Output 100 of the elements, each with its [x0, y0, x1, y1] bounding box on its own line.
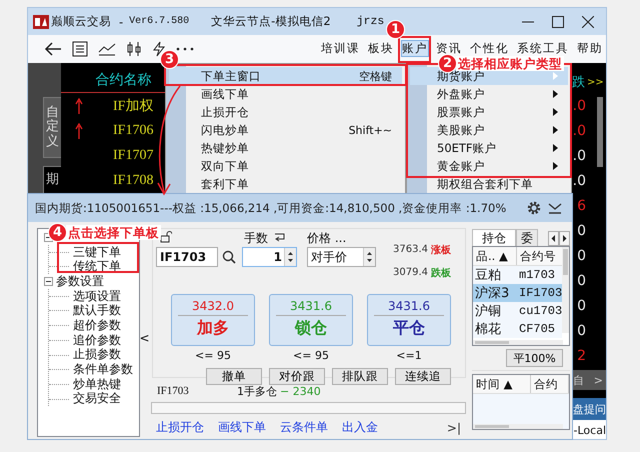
app-name: 巅顺云交易: [51, 14, 111, 29]
tree-item[interactable]: 默认手数: [73, 302, 121, 320]
link[interactable]: 止损开仓: [156, 419, 204, 436]
limit-label: 涨板: [431, 244, 451, 256]
contract-name[interactable]: IF1708: [113, 172, 154, 188]
back-icon[interactable]: [44, 42, 62, 56]
logo-icon: [33, 14, 49, 28]
line-chart-icon[interactable]: [98, 42, 116, 56]
table-row[interactable]: 豆粕 m1703: [473, 266, 562, 284]
column-header[interactable]: 品.. ▲: [473, 247, 517, 265]
column-header[interactable]: 时间 ▲: [473, 375, 531, 393]
order-button[interactable]: 对价跟: [269, 368, 325, 385]
collapse-icon[interactable]: [548, 202, 562, 214]
scrollbar[interactable]: [597, 97, 603, 167]
quote-value: .0: [572, 148, 586, 164]
status-label: -Local: [572, 420, 606, 439]
menu-item[interactable]: 闪电炒单 Shift+~: [169, 121, 402, 139]
candlestick-icon[interactable]: [126, 41, 142, 57]
settings-icon[interactable]: [526, 200, 542, 216]
limit-price: 3763.4: [393, 244, 428, 255]
tree-item[interactable]: 条件单参数: [73, 361, 133, 378]
order-button[interactable]: 撤单: [206, 368, 262, 385]
tree-item[interactable]: 参数设置: [56, 272, 104, 290]
server-label: 文华云节点-模拟电信2: [211, 14, 331, 29]
expander-icon[interactable]: [44, 276, 53, 286]
table-row[interactable]: 棉花 CF705: [473, 320, 562, 338]
table-row[interactable]: 沪深3 IF1703: [473, 284, 562, 302]
link[interactable]: 画线下单: [218, 419, 266, 436]
link[interactable]: 云条件单: [280, 419, 328, 436]
scrollbar[interactable]: [473, 340, 563, 345]
menu-item[interactable]: 个性化: [469, 40, 510, 57]
position-change: − 2340: [280, 384, 321, 398]
menu-item[interactable]: 期权组合套利下单: [410, 175, 568, 193]
menu-item[interactable]: 板块: [367, 40, 395, 57]
menu-item[interactable]: 帮助: [576, 40, 604, 57]
more-icon[interactable]: [176, 46, 194, 52]
tree-item[interactable]: 三键下单: [73, 244, 121, 261]
search-icon[interactable]: [222, 250, 236, 264]
order-button[interactable]: 连续追: [395, 368, 451, 385]
trade-button[interactable]: 3432.0 加多: [171, 294, 255, 346]
menu-item[interactable]: 画线下单: [169, 85, 402, 103]
menu-item[interactable]: 股票账户: [410, 103, 568, 121]
contract-name[interactable]: IF1707: [113, 148, 154, 164]
tree-item[interactable]: 交易安全: [73, 390, 121, 408]
table-row[interactable]: 沪铜 cu1703: [473, 302, 562, 320]
tree-item[interactable]: 传统下单: [73, 258, 121, 276]
quote-value: 0: [577, 248, 586, 264]
position-text: 1手多仓: [237, 384, 277, 398]
tree-item[interactable]: 超价参数: [73, 316, 121, 334]
link[interactable]: 出入金: [342, 419, 378, 436]
position-symbol: IF1703: [157, 385, 190, 397]
list-icon[interactable]: [72, 41, 88, 57]
menu-item[interactable]: 外盘账户: [410, 85, 568, 103]
menu-item[interactable]: 系统工具: [516, 40, 570, 57]
ask-button[interactable]: 盘提问: [572, 398, 606, 420]
symbol-field[interactable]: IF1703: [156, 247, 218, 267]
lock-icon[interactable]: [160, 231, 172, 245]
menu-item[interactable]: 双向下单: [169, 157, 402, 175]
tree-item[interactable]: 选项设置: [73, 288, 121, 305]
quantity-spinner[interactable]: 1: [242, 247, 297, 267]
scrollbar[interactable]: [473, 424, 563, 429]
side-tab[interactable]: 自定义: [43, 97, 61, 158]
maximize-icon[interactable]: [552, 16, 564, 28]
tree-item[interactable]: 追价参数: [73, 332, 121, 349]
tab[interactable]: 委: [516, 229, 538, 246]
end-button[interactable]: >|: [446, 420, 461, 434]
trade-button[interactable]: 3431.6 平仓: [367, 294, 451, 346]
field-label: 手数: [244, 230, 268, 246]
close-all-button[interactable]: 平100%: [506, 349, 563, 367]
tree-item[interactable]: 炒单热键: [73, 376, 121, 393]
tab[interactable]: 持仓: [472, 229, 516, 246]
menu-item[interactable]: 资讯: [435, 40, 463, 57]
version-label: Ver6.7.580: [129, 16, 190, 27]
scroll-left-icon[interactable]: [548, 231, 559, 246]
contract-name[interactable]: IF1706: [113, 122, 154, 138]
menu-item[interactable]: 套利下单: [169, 175, 402, 193]
expand-link[interactable]: >>: [587, 76, 604, 88]
lightning-icon[interactable]: [152, 41, 166, 57]
menu-item[interactable]: 50ETF账户: [410, 139, 568, 157]
contract-name[interactable]: IF加权: [113, 96, 154, 114]
order-button[interactable]: 排队跟: [332, 368, 388, 385]
menu-item[interactable]: 下单主窗口 空格键: [169, 67, 402, 85]
price-type-spinner[interactable]: 对手价: [307, 247, 376, 267]
menu-item[interactable]: 账户: [401, 40, 429, 57]
collapse-arrow[interactable]: <: [139, 330, 150, 344]
menu-item[interactable]: 黄金账户: [410, 157, 568, 175]
close-icon[interactable]: [582, 16, 594, 28]
return-icon[interactable]: [274, 233, 285, 243]
max-quantity: <= 95: [194, 349, 232, 363]
panel-tab[interactable]: 自 >: [572, 370, 606, 390]
menu-item[interactable]: 培训课: [320, 40, 361, 57]
menu-item[interactable]: 热键炒单: [169, 139, 402, 157]
title-separator: -: [119, 14, 124, 28]
quote-value: 2: [577, 348, 586, 364]
scroll-right-icon[interactable]: [559, 231, 570, 246]
tree-item[interactable]: 止损参数: [73, 346, 121, 364]
column-header[interactable]: 合约: [531, 375, 569, 393]
column-header: 跌: [572, 74, 585, 91]
menu-item[interactable]: 止损开仓: [169, 103, 402, 121]
menu-item[interactable]: 美股账户: [410, 121, 568, 139]
